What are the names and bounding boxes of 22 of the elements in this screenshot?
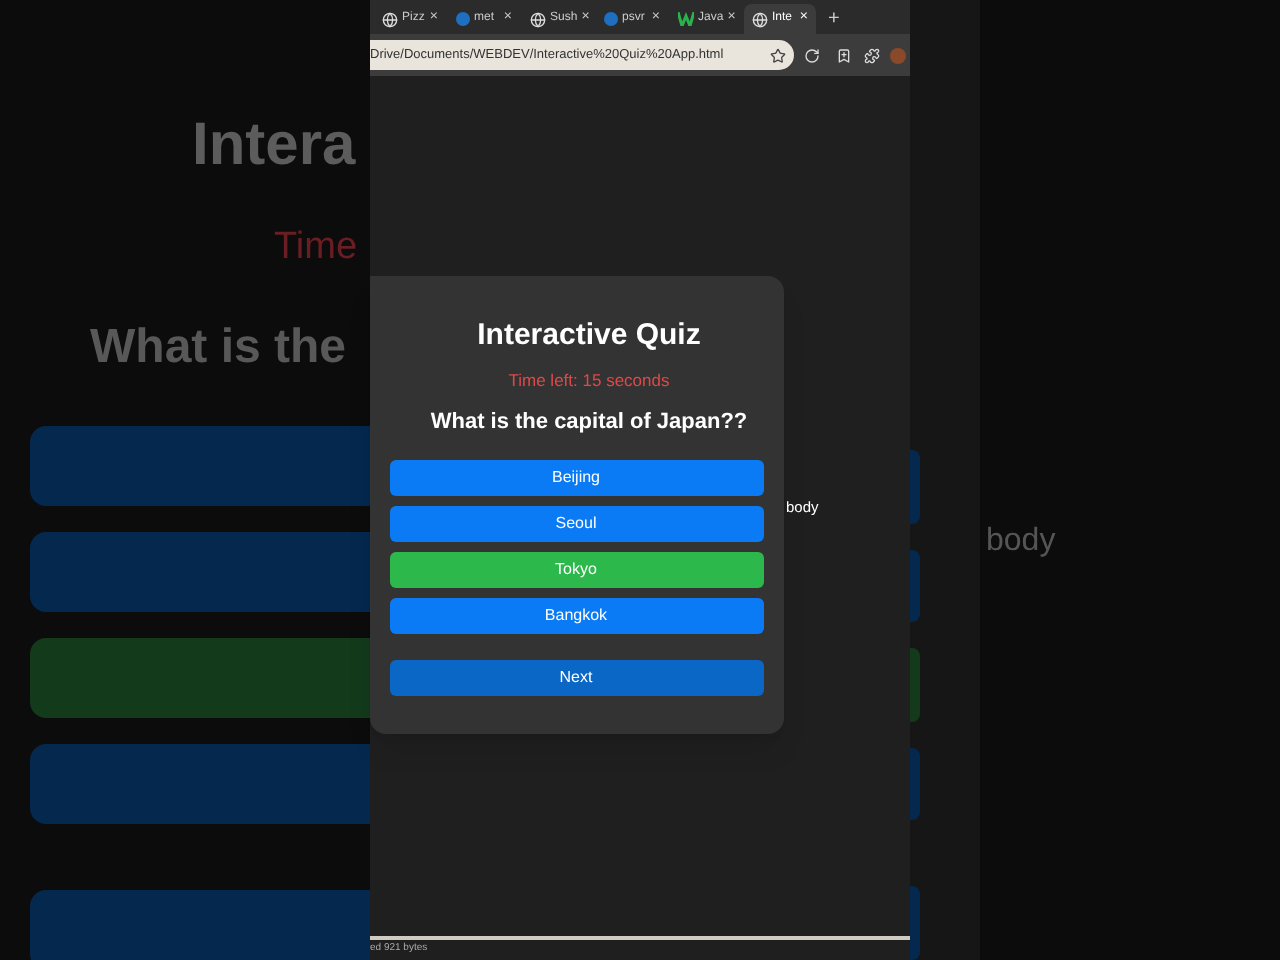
question-text: What is the capital of Japan?? (430, 411, 748, 433)
globe-icon (382, 11, 398, 27)
site-icon (678, 12, 694, 26)
favorites-icon[interactable] (836, 47, 852, 63)
star-icon[interactable] (770, 47, 786, 63)
extensions-icon[interactable] (864, 47, 880, 63)
site-icon (604, 12, 618, 26)
answer-button[interactable]: Beijing (389, 459, 763, 495)
globe-icon (530, 11, 546, 27)
page-title: Intera (190, 116, 358, 176)
body-label: body (986, 524, 1056, 558)
timer-text: Time (272, 228, 360, 266)
quiz-title: Interactive Quiz (477, 320, 701, 350)
site-icon (456, 12, 470, 26)
timer-text: Time left: 15 seconds (508, 372, 670, 389)
answer-button[interactable]: Seoul (389, 505, 763, 541)
refresh-icon[interactable] (804, 47, 820, 63)
answer-button[interactable]: Bangkok (389, 597, 763, 633)
globe-icon (752, 11, 768, 27)
new-tab-button[interactable]: + (818, 4, 850, 34)
question-text: What is the (88, 324, 349, 372)
next-button[interactable]: Next (389, 659, 763, 695)
